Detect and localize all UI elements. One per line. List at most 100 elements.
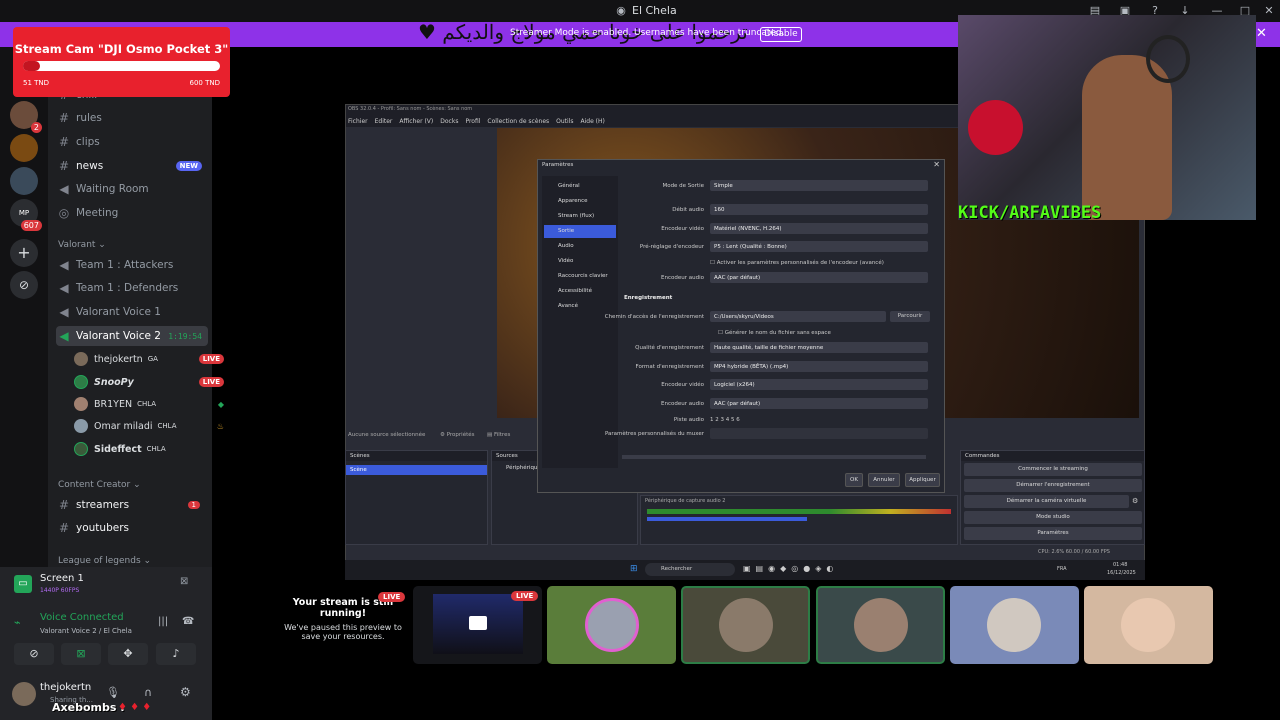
taskbar-search[interactable]: Rechercher <box>645 563 735 576</box>
participant-tile[interactable] <box>681 586 810 664</box>
server-folder-icon[interactable]: MP 607 <box>10 199 42 231</box>
recording-quality-select[interactable]: Haute qualité, taille de fichier moyenne <box>710 342 928 353</box>
nitro-icon: ◆ <box>217 399 224 409</box>
menu-item[interactable]: Editer <box>375 118 393 125</box>
custom-encoder-checkbox[interactable]: ☐ Activer les paramètres personnalisés d… <box>710 257 884 269</box>
audio-track-checkboxes[interactable]: 1 2 3 4 5 6 <box>710 414 740 426</box>
participant-tile[interactable] <box>1084 586 1213 664</box>
nav-accessibility[interactable]: Accessibilité <box>544 285 616 298</box>
scene-item[interactable]: Scène <box>346 465 487 475</box>
participant-tile[interactable] <box>816 586 945 664</box>
close-icon[interactable]: ✕ <box>1262 4 1276 18</box>
noise-suppression-icon[interactable]: ||| <box>158 616 168 627</box>
output-mode-select[interactable]: Simple <box>710 180 928 191</box>
voice-user[interactable]: SnooPy LIVE <box>74 372 224 392</box>
menu-item[interactable]: Afficher (V) <box>399 118 433 125</box>
server-icon-3[interactable] <box>10 167 38 195</box>
channel-streamers[interactable]: # streamers 1 <box>56 495 208 515</box>
voice-team1-attackers[interactable]: ◀ Team 1 : Attackers <box>56 255 208 275</box>
audio-encoder-select[interactable]: AAC (par défaut) <box>710 272 928 283</box>
hash-icon: # <box>58 498 70 512</box>
browse-button[interactable]: Parcourir <box>890 311 930 322</box>
headphones-icon[interactable]: ∩ <box>144 686 152 699</box>
menu-item[interactable]: Aide (H) <box>581 118 605 125</box>
cancel-button[interactable]: Annuler <box>868 473 900 487</box>
apply-button[interactable]: Appliquer <box>905 473 940 487</box>
screen-share-card[interactable]: ▭ Screen 1 1440P 60FPS ⊠ <box>12 572 206 602</box>
voice-user[interactable]: Sideffect CHLA <box>74 439 224 459</box>
menu-item[interactable]: Collection de scènes <box>487 118 549 125</box>
category-valorant[interactable]: Valorant ⌄ <box>58 240 106 250</box>
stream-tile[interactable]: LIVE <box>413 586 542 664</box>
voice-user[interactable]: Omar miladi CHLA ♨ <box>74 416 224 436</box>
start-streaming-button[interactable]: Commencer le streaming <box>964 463 1142 476</box>
voice-valorant-2[interactable]: ◀ Valorant Voice 2 1:19:54 <box>56 326 208 346</box>
discover-icon[interactable]: ⊘ <box>10 271 38 299</box>
participant-tile[interactable] <box>547 586 676 664</box>
donation-goal-widget: Stream Cam "DJI Osmo Pocket 3" 51 TND 60… <box>13 27 230 97</box>
recording-path-input[interactable]: C:/Users/skyru/Videos <box>710 311 886 322</box>
menu-item[interactable]: Fichier <box>348 118 368 125</box>
menu-item[interactable]: Profil <box>465 118 480 125</box>
avatar[interactable] <box>12 682 36 706</box>
menu-item[interactable]: Docks <box>440 118 458 125</box>
virtual-camera-settings-icon[interactable]: ⚙ <box>1132 497 1138 505</box>
dialog-close-icon[interactable]: ✕ <box>933 160 940 169</box>
voice-user[interactable]: BR1YEN CHLA ◆ <box>74 394 224 414</box>
banner-close-icon[interactable]: ✕ <box>1256 26 1267 41</box>
video-encoder-select[interactable]: Matériel (NVENC, H.264) <box>710 223 928 234</box>
menu-item[interactable]: Outils <box>556 118 573 125</box>
windows-start-icon[interactable]: ⊞ <box>630 564 638 574</box>
speaker-icon: ◀ <box>59 258 69 272</box>
disable-button[interactable]: Disable <box>760 27 802 42</box>
add-server-icon[interactable]: + <box>10 239 38 267</box>
participant-tile[interactable] <box>950 586 1079 664</box>
audio-bitrate-select[interactable]: 160 <box>710 204 928 215</box>
disconnect-icon[interactable]: ☎ <box>182 616 194 627</box>
channel-news[interactable]: # news NEW <box>56 156 208 176</box>
signal-icon[interactable]: ⌁ <box>14 616 21 629</box>
horizontal-scrollbar[interactable] <box>622 455 926 459</box>
volume-slider[interactable] <box>647 517 807 521</box>
settings-button[interactable]: Paramètres <box>964 527 1142 540</box>
category-content-creator[interactable]: Content Creator ⌄ <box>58 480 141 490</box>
avatar <box>854 598 908 652</box>
microphone-icon[interactable]: 🎙 <box>106 686 120 699</box>
camera-toggle-button[interactable]: ⊘ <box>14 643 54 665</box>
channel-rules[interactable]: # rules <box>56 108 208 128</box>
ok-button[interactable]: OK <box>845 473 863 487</box>
voice-valorant-1[interactable]: ◀ Valorant Voice 1 <box>56 302 208 322</box>
voice-waiting-room[interactable]: ◀ Waiting Room <box>56 179 208 199</box>
rec-audio-encoder-select[interactable]: AAC (par défaut) <box>710 398 928 409</box>
screen-share-button[interactable]: ⊠ <box>61 643 101 665</box>
settings-gear-icon[interactable]: ⚙ <box>180 685 191 699</box>
headset-icon <box>1146 35 1190 83</box>
stage-meeting[interactable]: ◎ Meeting <box>56 203 208 223</box>
filters-button[interactable]: ▤ Filtres <box>487 432 510 438</box>
no-space-checkbox[interactable]: ☐ Générer le nom du fichier sans espace <box>718 327 831 339</box>
muxer-settings-input[interactable] <box>710 428 928 439</box>
rec-video-encoder-select[interactable]: Logiciel (x264) <box>710 379 928 390</box>
voice-user[interactable]: thejokertn GA LIVE <box>74 349 224 369</box>
server-icon-1[interactable]: 2 <box>10 101 42 133</box>
studio-mode-button[interactable]: Mode studio <box>964 511 1142 524</box>
properties-button[interactable]: ⚙ Propriétés <box>440 432 474 438</box>
channel-youtubers[interactable]: # youtubers <box>56 518 208 538</box>
nav-video[interactable]: Vidéo <box>544 255 616 268</box>
stop-share-icon[interactable]: ⊠ <box>180 576 188 587</box>
category-league[interactable]: League of legends ⌄ <box>58 556 151 566</box>
username: SnooPy <box>94 376 134 388</box>
voice-team1-defenders[interactable]: ◀ Team 1 : Defenders <box>56 278 208 298</box>
start-recording-button[interactable]: Démarrer l'enregistrement <box>964 479 1142 492</box>
start-virtual-camera-button[interactable]: Démarrer la caméra virtuelle <box>964 495 1129 508</box>
server-icon-2[interactable] <box>10 134 38 162</box>
audio-source-label: Périphérique de capture audio 2 <box>645 498 726 504</box>
encoder-preset-select[interactable]: P5 : Lent (Qualité : Bonne) <box>710 241 928 252</box>
soundboard-button[interactable]: ♪ <box>156 643 196 665</box>
channel-label: youtubers <box>76 522 129 534</box>
channel-clips[interactable]: # clips <box>56 132 208 152</box>
live-badge: LIVE <box>198 377 224 387</box>
activities-button[interactable]: ✥ <box>108 643 148 665</box>
taskbar-app-icons[interactable]: ▣▤◉◆◎●◈◐ <box>743 564 838 573</box>
recording-format-select[interactable]: MP4 hybride (BÊTA) (.mp4) <box>710 361 928 372</box>
